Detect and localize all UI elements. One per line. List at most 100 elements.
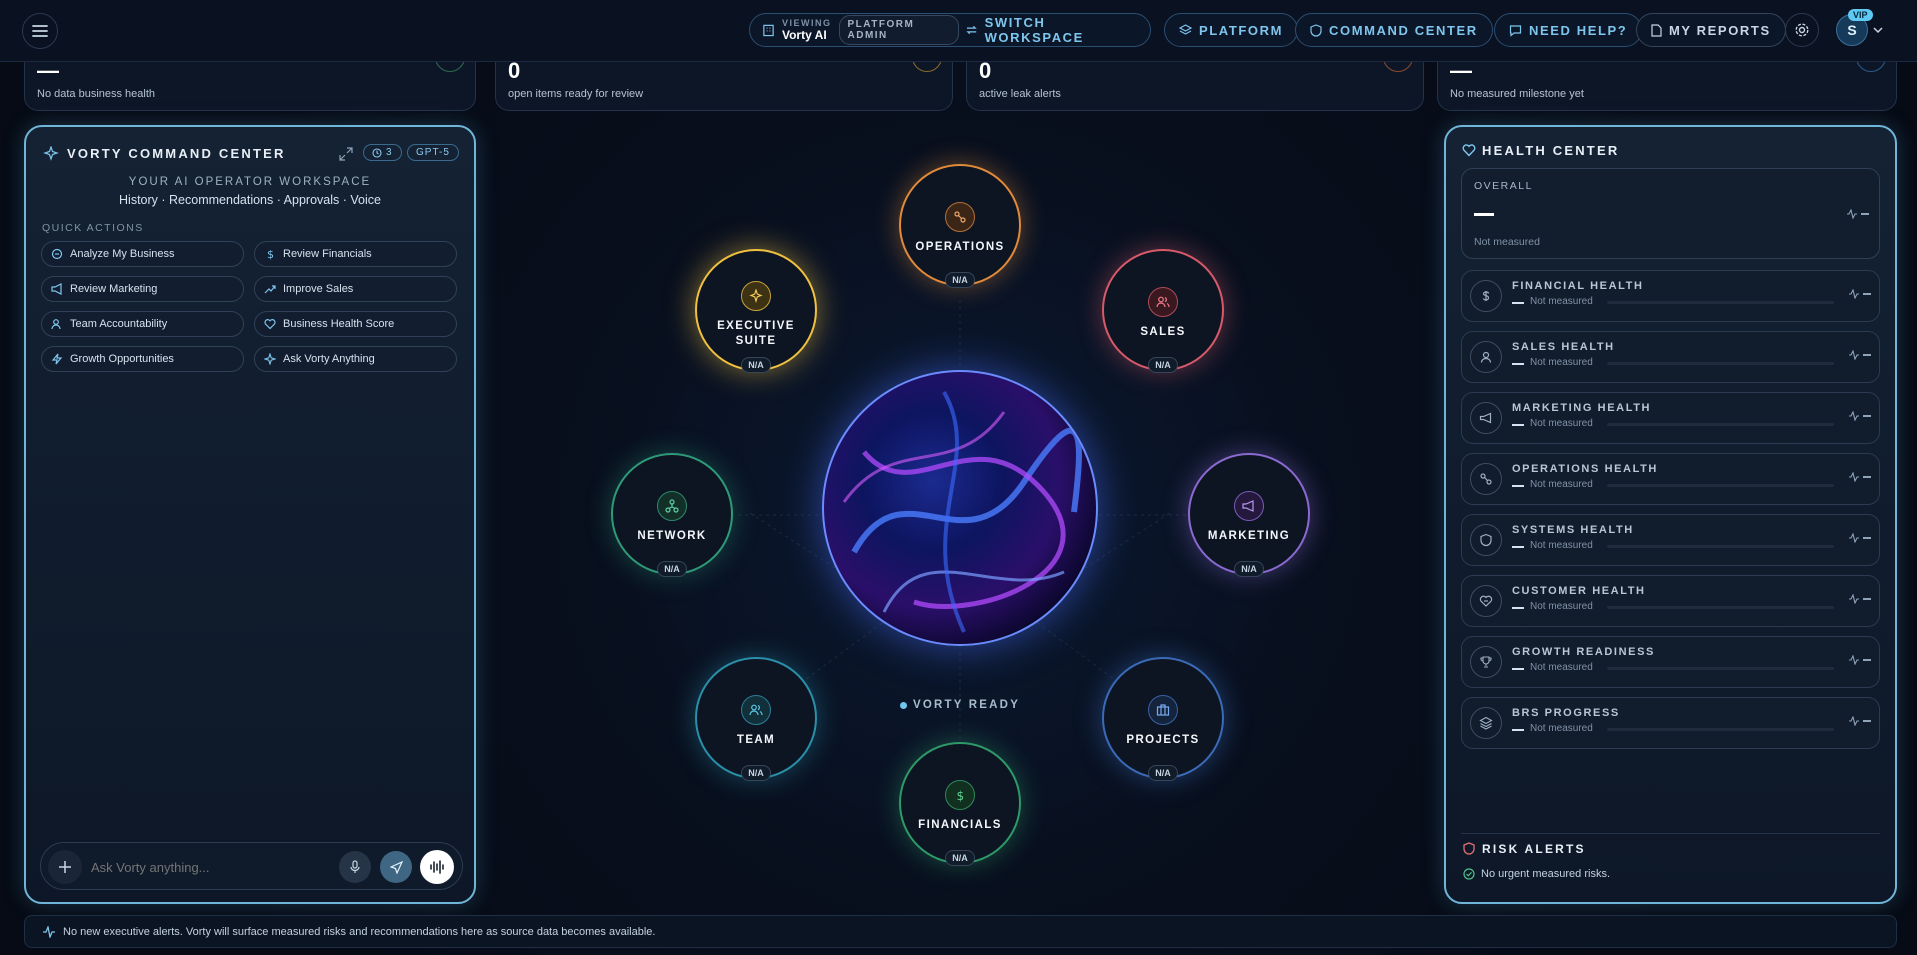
vorty-energy-orb[interactable]: [822, 370, 1098, 646]
network-icon: [657, 491, 687, 521]
command-center-label: COMMAND CENTER: [1329, 22, 1478, 38]
menu-button[interactable]: [22, 13, 58, 49]
top-navigation-bar: VIEWING Vorty AI PLATFORM ADMIN SWITCH W…: [0, 0, 1917, 62]
health-row-progress: [1607, 484, 1834, 487]
hamburger-icon: [32, 25, 48, 37]
voice-mode-button[interactable]: [420, 850, 454, 884]
pulse-icon: [1849, 350, 1859, 360]
status-dot: [900, 701, 907, 709]
node-operations[interactable]: OPERATIONS N/A: [899, 164, 1021, 288]
health-row-sales-health[interactable]: SALES HEALTH Not measured: [1461, 331, 1880, 383]
my-reports-label: MY REPORTS: [1669, 22, 1771, 38]
health-row-trend: [1848, 472, 1871, 482]
node-team[interactable]: TEAM N/A: [695, 657, 817, 781]
pulse-icon: [1849, 655, 1859, 665]
layers-icon: [1179, 23, 1192, 35]
node-value: N/A: [1148, 765, 1178, 781]
quick-action-label: Team Accountability: [70, 318, 168, 330]
node-value: N/A: [1148, 357, 1178, 373]
node-sales[interactable]: SALES N/A: [1102, 249, 1224, 373]
heart-icon: [264, 319, 276, 330]
add-attachment-button[interactable]: [48, 850, 82, 884]
operations-icon: [945, 202, 975, 232]
health-row-trend: [1848, 350, 1871, 360]
quick-action-ask-vorty[interactable]: Ask Vorty Anything: [254, 346, 457, 372]
node-executive-suite[interactable]: EXECUTIVE SUITE N/A: [695, 249, 817, 373]
health-row-progress: [1607, 423, 1834, 426]
quick-action-review-marketing[interactable]: Review Marketing: [41, 276, 244, 302]
expand-icon[interactable]: [339, 147, 353, 161]
node-value: N/A: [945, 850, 975, 866]
svg-text:$: $: [957, 789, 965, 802]
history-icon: [372, 147, 382, 158]
health-row-value-dash: [1512, 668, 1524, 670]
workspace-name: Vorty AI: [781, 28, 827, 42]
divider: [1461, 833, 1880, 834]
workspace-switcher[interactable]: VIEWING Vorty AI PLATFORM ADMIN SWITCH W…: [749, 13, 1151, 47]
quick-action-growth-opportunities[interactable]: Growth Opportunities: [41, 346, 244, 372]
chat-input[interactable]: [91, 855, 321, 879]
health-row-name: BRS PROGRESS: [1512, 707, 1620, 719]
chevron-down-icon[interactable]: [1873, 26, 1883, 34]
panel-title: HEALTH CENTER: [1482, 143, 1620, 158]
my-reports-button[interactable]: MY REPORTS: [1636, 13, 1786, 47]
need-help-button[interactable]: NEED HELP?: [1494, 13, 1643, 47]
health-row-sub: Not measured: [1530, 296, 1593, 307]
quick-action-label: Ask Vorty Anything: [283, 353, 375, 365]
quick-action-analyze-business[interactable]: Analyze My Business: [41, 241, 244, 267]
send-icon: [389, 860, 403, 874]
stat-label: open items ready for review: [508, 88, 644, 100]
health-row-customer-health[interactable]: CUSTOMER HEALTH Not measured: [1461, 575, 1880, 627]
health-center-panel: HEALTH CENTER OVERALL Not measured FINAN…: [1444, 125, 1897, 904]
megaphone-icon: [1470, 402, 1502, 434]
command-center-button[interactable]: COMMAND CENTER: [1295, 13, 1493, 47]
health-row-systems-health[interactable]: SYSTEMS HEALTH Not measured: [1461, 514, 1880, 566]
sparkles-icon: [741, 281, 771, 311]
switch-workspace-label: SWITCH WORKSPACE: [984, 15, 1084, 45]
health-row-sub: Not measured: [1530, 723, 1593, 734]
quick-action-label: Improve Sales: [283, 283, 354, 295]
platform-button[interactable]: PLATFORM: [1164, 13, 1299, 47]
building-icon: [763, 24, 774, 37]
quick-action-health-score[interactable]: Business Health Score: [254, 311, 457, 337]
history-chip[interactable]: 3: [363, 144, 402, 161]
node-financials[interactable]: $ FINANCIALS N/A: [899, 742, 1021, 866]
node-projects[interactable]: PROJECTS N/A: [1102, 657, 1224, 781]
quick-action-improve-sales[interactable]: Improve Sales: [254, 276, 457, 302]
health-row-name: SALES HEALTH: [1512, 341, 1615, 353]
quick-action-review-financials[interactable]: $ Review Financials: [254, 241, 457, 267]
node-network[interactable]: NETWORK N/A: [611, 453, 733, 577]
model-chip[interactable]: GPT-5: [407, 144, 459, 161]
microphone-icon: [350, 860, 360, 873]
layers-icon: [1470, 707, 1502, 739]
document-icon: [1651, 23, 1662, 37]
dollar-icon: $: [945, 780, 975, 810]
health-row-growth-readiness[interactable]: GROWTH READINESS Not measured: [1461, 636, 1880, 688]
quick-action-team-accountability[interactable]: Team Accountability: [41, 311, 244, 337]
stat-label: No data business health: [37, 88, 156, 100]
health-row-brs-progress[interactable]: BRS PROGRESS Not measured: [1461, 697, 1880, 749]
node-marketing[interactable]: MARKETING N/A: [1188, 453, 1310, 577]
pulse-icon: [1849, 289, 1859, 299]
analyze-icon: [51, 248, 63, 260]
health-row-progress: [1607, 606, 1834, 609]
voice-input-button[interactable]: [339, 851, 371, 883]
health-row-sub: Not measured: [1530, 662, 1593, 673]
heart-icon: [1470, 585, 1502, 617]
send-button[interactable]: [380, 851, 412, 883]
health-row-marketing-health[interactable]: MARKETING HEALTH Not measured: [1461, 392, 1880, 444]
health-row-value-dash: [1512, 363, 1524, 365]
shield-icon: [1470, 524, 1502, 556]
health-row-operations-health[interactable]: OPERATIONS HEALTH Not measured: [1461, 453, 1880, 505]
health-row-trend: [1848, 289, 1871, 299]
health-row-trend: [1848, 655, 1871, 665]
node-label: SALES: [1140, 326, 1186, 338]
node-value: N/A: [945, 272, 975, 288]
settings-button[interactable]: [1785, 13, 1819, 47]
node-label: TEAM: [736, 734, 776, 746]
command-center-panel: VORTY COMMAND CENTER 3 GPT-5 YOUR AI OPE…: [24, 125, 476, 904]
health-row-value-dash: [1512, 607, 1524, 609]
health-row-financial-health[interactable]: FINANCIAL HEALTH Not measured: [1461, 270, 1880, 322]
health-row-sub: Not measured: [1530, 418, 1593, 429]
megaphone-icon: [1234, 491, 1264, 521]
